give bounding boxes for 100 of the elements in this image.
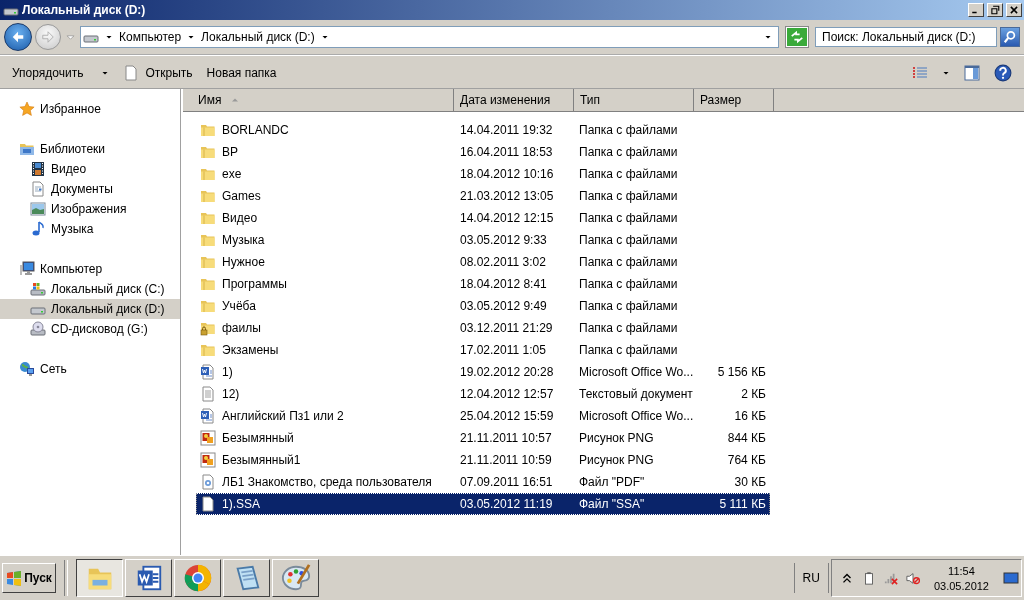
column-header[interactable]: Тип xyxy=(574,89,694,111)
breadcrumb[interactable]: Локальный диск (D:) xyxy=(201,30,315,44)
caret-icon xyxy=(320,33,329,41)
date-modified: 03.05.2012 9:33 xyxy=(459,233,548,247)
word-document-icon xyxy=(200,408,216,424)
navigation-item[interactable]: Локальный диск (C:) xyxy=(0,279,180,299)
file-row[interactable]: Экзамены 17.02.2011 1:05 Папка с файлами xyxy=(196,339,770,361)
windows-logo-icon xyxy=(6,570,23,586)
library-folder-icon xyxy=(19,141,35,157)
file-name: BP xyxy=(222,145,238,159)
start-button[interactable]: Пуск xyxy=(2,563,56,593)
clock-time[interactable]: 11:54 xyxy=(948,564,975,577)
file-row[interactable]: BP 16.04.2011 18:53 Папка с файлами xyxy=(196,141,770,163)
date-modified: 18.04.2012 10:16 xyxy=(459,167,555,181)
navigation-item[interactable]: Документы xyxy=(0,179,180,199)
folder-icon xyxy=(200,188,216,204)
file-name: фаилы xyxy=(222,321,261,335)
file-row[interactable]: 1).SSA 03.05.2012 11:19 Файл "SSA" 5 111 КБ xyxy=(196,493,770,515)
clock-date[interactable]: 03.05.2012 xyxy=(933,579,989,592)
file-row[interactable]: Games 21.03.2012 13:05 Папка с файлами xyxy=(196,185,770,207)
navigation-item[interactable]: Компьютер xyxy=(0,259,180,279)
file-row[interactable]: BORLANDC 14.04.2011 19:32 Папка с файлами xyxy=(196,119,770,141)
file-size: 764 КБ xyxy=(726,453,767,467)
file-size: 2 КБ xyxy=(740,387,767,401)
file-name: 1).SSA xyxy=(222,497,260,511)
palette-icon xyxy=(280,563,311,593)
file-row[interactable]: Безымянный 21.11.2011 10:57 Рисунок PNG 844 КБ xyxy=(196,427,770,449)
navigation-item[interactable]: Библиотеки xyxy=(0,139,180,159)
date-modified: 03.05.2012 11:19 xyxy=(459,497,554,511)
folder-icon xyxy=(200,254,216,270)
file-name: Games xyxy=(222,189,261,203)
file-row[interactable]: Нужное 08.02.2011 3:02 Папка с файлами xyxy=(196,251,770,273)
folder-icon xyxy=(200,122,216,138)
taskbar-app-button[interactable] xyxy=(76,559,123,597)
file-row[interactable]: Программы 18.04.2012 8:41 Папка с файлами xyxy=(196,273,770,295)
navigation-item[interactable]: Сеть xyxy=(0,359,180,379)
show-desktop-button[interactable] xyxy=(1003,570,1019,586)
back-button[interactable] xyxy=(4,23,32,51)
file-row[interactable]: Видео 14.04.2012 12:15 Папка с файлами xyxy=(196,207,770,229)
breadcrumb[interactable]: Компьютер xyxy=(119,30,182,44)
address-field[interactable]: Компьютер Локальный диск (D:) xyxy=(80,26,779,48)
column-header[interactable]: Имя xyxy=(183,89,454,111)
folder-icon xyxy=(200,166,216,182)
file-name: Музыка xyxy=(222,233,265,247)
file-row[interactable]: Учёба 03.05.2012 9:49 Папка с файлами xyxy=(196,295,770,317)
file-row[interactable]: 12) 12.04.2012 12:57 Текстовый документ 2 КБ xyxy=(196,383,770,405)
file-row[interactable]: ЛБ1 Знакомство, среда пользователя 07.09.2011 16:51 Файл "PDF" 30 КБ xyxy=(196,471,770,493)
toolbar-button[interactable]: Новая папка xyxy=(200,61,283,85)
file-type: Папка с файлами xyxy=(578,321,679,335)
desktop-icon xyxy=(1003,570,1019,586)
file-row[interactable]: Музыка 03.05.2012 9:33 Папка с файлами xyxy=(196,229,770,251)
search-button[interactable] xyxy=(1000,27,1020,47)
file-type: Папка с файлами xyxy=(578,255,679,269)
file-name: exe xyxy=(222,167,242,181)
toolbar-button[interactable]: Упорядочить xyxy=(6,61,116,85)
file-row[interactable]: Английский Пз1 или 2 25.04.2012 15:59 Microsoft Office Wo... 16 КБ xyxy=(196,405,770,427)
date-modified: 21.11.2011 10:59 xyxy=(459,453,553,467)
language-indicator[interactable]: RU xyxy=(793,563,829,593)
file-name: 12) xyxy=(222,387,240,401)
minimize-button[interactable] xyxy=(968,3,984,17)
close-button[interactable] xyxy=(1006,3,1022,17)
file-row[interactable]: 1) 19.02.2012 20:28 Microsoft Office Wo... 5 156 КБ xyxy=(196,361,770,383)
volume-muted-button[interactable] xyxy=(905,570,920,586)
caret-icon xyxy=(187,33,196,41)
date-modified: 16.04.2011 18:53 xyxy=(459,145,554,159)
file-name: BORLANDC xyxy=(222,123,289,137)
folder-icon xyxy=(200,298,216,314)
toolbar-button[interactable]: Открыть xyxy=(117,61,199,85)
navigation-item[interactable]: Избранное xyxy=(0,99,180,119)
date-modified: 08.02.2011 3:02 xyxy=(459,255,547,269)
file-type: Папка с файлами xyxy=(578,211,679,225)
file-name: 1) xyxy=(222,365,233,379)
file-name: Безымянный1 xyxy=(222,453,301,467)
drive-with-windows-logo-icon xyxy=(30,281,46,297)
folder-icon xyxy=(200,276,216,292)
navigation-item[interactable]: CD-дисковод (G:) xyxy=(0,319,180,339)
file-name: Английский Пз1 или 2 xyxy=(222,409,344,423)
file-row[interactable]: exe 18.04.2012 10:16 Папка с файлами xyxy=(196,163,770,185)
refresh-arrows-icon xyxy=(790,30,804,44)
file-name: Нужное xyxy=(222,255,265,269)
music-note-icon xyxy=(30,221,46,237)
file-size: 16 КБ xyxy=(733,409,767,423)
file-row[interactable]: фаилы 03.12.2011 21:29 Папка с файлами xyxy=(196,317,770,339)
caret-icon xyxy=(764,33,772,41)
search-field[interactable]: Поиск: Локальный диск (D:) xyxy=(815,27,997,47)
restore-button[interactable] xyxy=(987,3,1003,17)
navigation-item[interactable]: Локальный диск (D:) xyxy=(0,299,180,319)
landscape-picture-icon xyxy=(30,201,46,217)
refresh-button[interactable] xyxy=(786,27,808,47)
file-row[interactable]: Безымянный1 21.11.2011 10:59 Рисунок PNG 764 КБ xyxy=(196,449,770,471)
navigation-item[interactable]: Изображения xyxy=(0,199,180,219)
word-document-icon xyxy=(200,364,216,380)
navigation-item[interactable]: Видео xyxy=(0,159,180,179)
caret-icon xyxy=(942,69,950,77)
column-header[interactable]: Размер xyxy=(694,89,774,111)
date-modified: 12.04.2012 12:57 xyxy=(459,387,555,401)
navigation-item[interactable]: Музыка xyxy=(0,219,180,239)
column-header[interactable]: Дата изменения xyxy=(454,89,574,111)
close-icon xyxy=(1009,5,1019,15)
locked-folder-icon xyxy=(200,320,216,336)
